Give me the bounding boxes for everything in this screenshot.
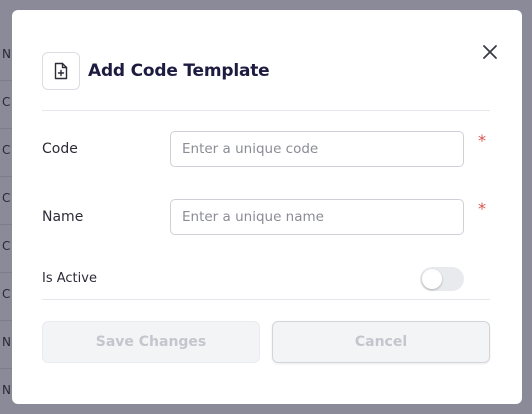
- table-row: C: [0, 225, 12, 273]
- table-cell: N: [2, 335, 11, 349]
- dialog-header: Add Code Template: [42, 52, 270, 90]
- table-cell: C: [2, 143, 11, 157]
- table-row: N: [0, 321, 12, 369]
- name-label: Name: [42, 209, 84, 225]
- add-code-template-dialog: Add Code Template Code * Name * Is Activ…: [12, 10, 522, 404]
- name-input[interactable]: [170, 199, 464, 235]
- is-active-toggle[interactable]: [420, 267, 464, 291]
- table-cell: C: [2, 95, 11, 109]
- name-required-marker: *: [478, 199, 486, 218]
- table-cell: C: [2, 239, 11, 253]
- cancel-button[interactable]: Cancel: [272, 321, 490, 363]
- table-row: C: [0, 177, 12, 225]
- table-cell: C: [2, 287, 11, 301]
- file-plus-icon: [42, 52, 80, 90]
- toggle-knob: [422, 269, 442, 289]
- table-row: C: [0, 129, 12, 177]
- table-row: N: [0, 369, 12, 414]
- footer-divider: [42, 299, 490, 300]
- code-label: Code: [42, 141, 78, 157]
- table-cell: C: [2, 191, 11, 205]
- table-row: N: [0, 33, 12, 81]
- is-active-label: Is Active: [42, 271, 97, 286]
- table-cell: N: [2, 383, 11, 397]
- code-required-marker: *: [478, 131, 486, 150]
- table-row: C: [0, 81, 12, 129]
- table-cell: N: [2, 47, 11, 61]
- header-divider: [42, 110, 490, 111]
- dialog-title: Add Code Template: [88, 61, 270, 81]
- save-changes-button[interactable]: Save Changes: [42, 321, 260, 363]
- code-input[interactable]: [170, 131, 464, 167]
- close-icon[interactable]: [478, 40, 502, 64]
- table-row: C: [0, 273, 12, 321]
